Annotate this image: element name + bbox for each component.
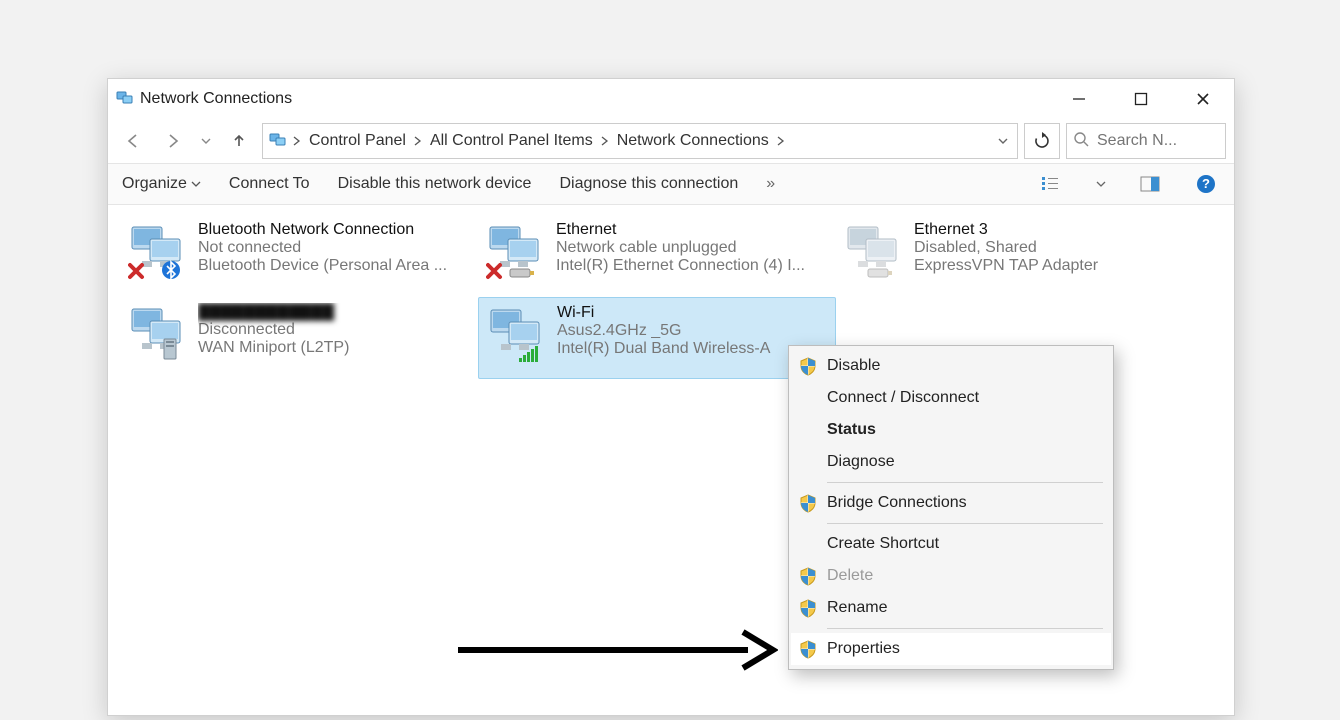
connection-text: EthernetNetwork cable unpluggedIntel(R) …	[556, 221, 828, 275]
breadcrumb-item[interactable]: Control Panel	[303, 132, 412, 150]
view-options-button[interactable]	[1038, 170, 1066, 198]
connection-item[interactable]: Bluetooth Network ConnectionNot connecte…	[120, 215, 478, 297]
shield-icon	[797, 640, 819, 659]
chevron-right-icon[interactable]	[291, 136, 303, 146]
address-dropdown-button[interactable]	[989, 124, 1017, 158]
connection-status: Disconnected	[198, 321, 470, 339]
connection-name: Wi-Fi	[557, 304, 827, 322]
minimize-button[interactable]	[1048, 79, 1110, 119]
breadcrumb-item[interactable]: All Control Panel Items	[424, 132, 599, 150]
view-options-dropdown[interactable]	[1094, 170, 1108, 198]
context-menu-separator	[827, 523, 1103, 524]
chevron-right-icon[interactable]	[599, 136, 611, 146]
context-menu-item[interactable]: Connect / Disconnect	[791, 382, 1111, 414]
search-box[interactable]	[1066, 123, 1226, 159]
connection-item[interactable]: Ethernet 3Disabled, SharedExpressVPN TAP…	[836, 215, 1194, 297]
toolbar-overflow-button[interactable]: »	[766, 175, 775, 193]
network-connections-app-icon	[116, 88, 134, 110]
connection-device: Intel(R) Ethernet Connection (4) I...	[556, 257, 828, 275]
up-button[interactable]	[222, 124, 256, 158]
connection-device: Bluetooth Device (Personal Area ...	[198, 257, 470, 275]
context-menu-label: Properties	[827, 640, 900, 658]
context-menu: Disable Connect / Disconnect Status Diagnos…	[788, 345, 1114, 670]
connection-text: Wi-FiAsus2.4GHz _5GIntel(R) Dual Band Wi…	[557, 304, 827, 358]
context-menu-item[interactable]: Disable	[791, 350, 1111, 382]
connection-text: Bluetooth Network ConnectionNot connecte…	[198, 221, 470, 275]
context-menu-label: Delete	[827, 567, 873, 585]
connection-status: Asus2.4GHz _5G	[557, 322, 827, 340]
refresh-button[interactable]	[1024, 123, 1060, 159]
connection-status: Not connected	[198, 239, 470, 257]
connection-device: Intel(R) Dual Band Wireless-A	[557, 340, 827, 358]
connection-status: Network cable unplugged	[556, 239, 828, 257]
connection-name: Bluetooth Network Connection	[198, 221, 470, 239]
search-input[interactable]	[1095, 131, 1219, 151]
disable-device-button[interactable]: Disable this network device	[338, 175, 532, 193]
connection-icon	[487, 304, 547, 364]
window-title: Network Connections	[140, 90, 1048, 108]
shield-icon	[797, 357, 819, 376]
context-menu-label: Connect / Disconnect	[827, 389, 979, 407]
context-menu-label: Create Shortcut	[827, 535, 939, 553]
context-menu-separator	[827, 628, 1103, 629]
titlebar: Network Connections	[108, 79, 1234, 119]
svg-text:?: ?	[1202, 176, 1210, 191]
chevron-right-icon[interactable]	[412, 136, 424, 146]
connection-text: ████████████DisconnectedWAN Miniport (L2…	[198, 303, 470, 357]
context-menu-item[interactable]: Diagnose	[791, 446, 1111, 478]
context-menu-label: Status	[827, 421, 876, 439]
back-button[interactable]	[116, 124, 150, 158]
connection-name: ████████████	[198, 303, 470, 321]
preview-pane-button[interactable]	[1136, 170, 1164, 198]
context-menu-label: Bridge Connections	[827, 494, 967, 512]
connection-text: Ethernet 3Disabled, SharedExpressVPN TAP…	[914, 221, 1186, 275]
context-menu-separator	[827, 482, 1103, 483]
connection-icon	[128, 221, 188, 281]
forward-button[interactable]	[156, 124, 190, 158]
connections-area[interactable]: Bluetooth Network ConnectionNot connecte…	[108, 205, 1234, 389]
connection-name: Ethernet	[556, 221, 828, 239]
recent-locations-button[interactable]	[196, 124, 216, 158]
context-menu-item[interactable]: Status	[791, 414, 1111, 446]
connection-item[interactable]: Wi-FiAsus2.4GHz _5GIntel(R) Dual Band Wi…	[478, 297, 836, 379]
context-menu-item[interactable]: Bridge Connections	[791, 487, 1111, 519]
connection-item[interactable]: EthernetNetwork cable unpluggedIntel(R) …	[478, 215, 836, 297]
network-connections-window: Network Connections Control Panel All Co…	[107, 78, 1235, 716]
context-menu-label: Rename	[827, 599, 887, 617]
shield-icon	[797, 567, 819, 586]
connection-icon	[486, 221, 546, 281]
connect-to-button[interactable]: Connect To	[229, 175, 310, 193]
connection-name: Ethernet 3	[914, 221, 1186, 239]
command-bar: Organize Connect To Disable this network…	[108, 163, 1234, 205]
context-menu-item: Delete	[791, 560, 1111, 592]
connection-icon	[844, 221, 904, 281]
context-menu-label: Disable	[827, 357, 880, 375]
context-menu-item[interactable]: Properties	[791, 633, 1111, 665]
chevron-right-icon[interactable]	[775, 136, 787, 146]
search-icon	[1073, 131, 1089, 152]
organize-label: Organize	[122, 175, 187, 193]
organize-menu[interactable]: Organize	[122, 175, 201, 193]
address-bar[interactable]: Control Panel All Control Panel Items Ne…	[262, 123, 1018, 159]
breadcrumb-item[interactable]: Network Connections	[611, 132, 775, 150]
help-button[interactable]: ?	[1192, 170, 1220, 198]
connection-icon	[128, 303, 188, 363]
close-button[interactable]	[1172, 79, 1234, 119]
maximize-button[interactable]	[1110, 79, 1172, 119]
shield-icon	[797, 599, 819, 618]
context-menu-item[interactable]: Create Shortcut	[791, 528, 1111, 560]
annotation-arrow	[458, 620, 778, 684]
chevron-down-icon	[191, 179, 201, 189]
connection-device: WAN Miniport (L2TP)	[198, 339, 470, 357]
context-menu-item[interactable]: Rename	[791, 592, 1111, 624]
connection-device: ExpressVPN TAP Adapter	[914, 257, 1186, 275]
context-menu-label: Diagnose	[827, 453, 895, 471]
address-bar-row: Control Panel All Control Panel Items Ne…	[108, 119, 1234, 163]
network-connections-icon	[269, 130, 287, 152]
diagnose-connection-button[interactable]: Diagnose this connection	[559, 175, 738, 193]
connection-item[interactable]: ████████████DisconnectedWAN Miniport (L2…	[120, 297, 478, 379]
shield-icon	[797, 494, 819, 513]
connection-status: Disabled, Shared	[914, 239, 1186, 257]
